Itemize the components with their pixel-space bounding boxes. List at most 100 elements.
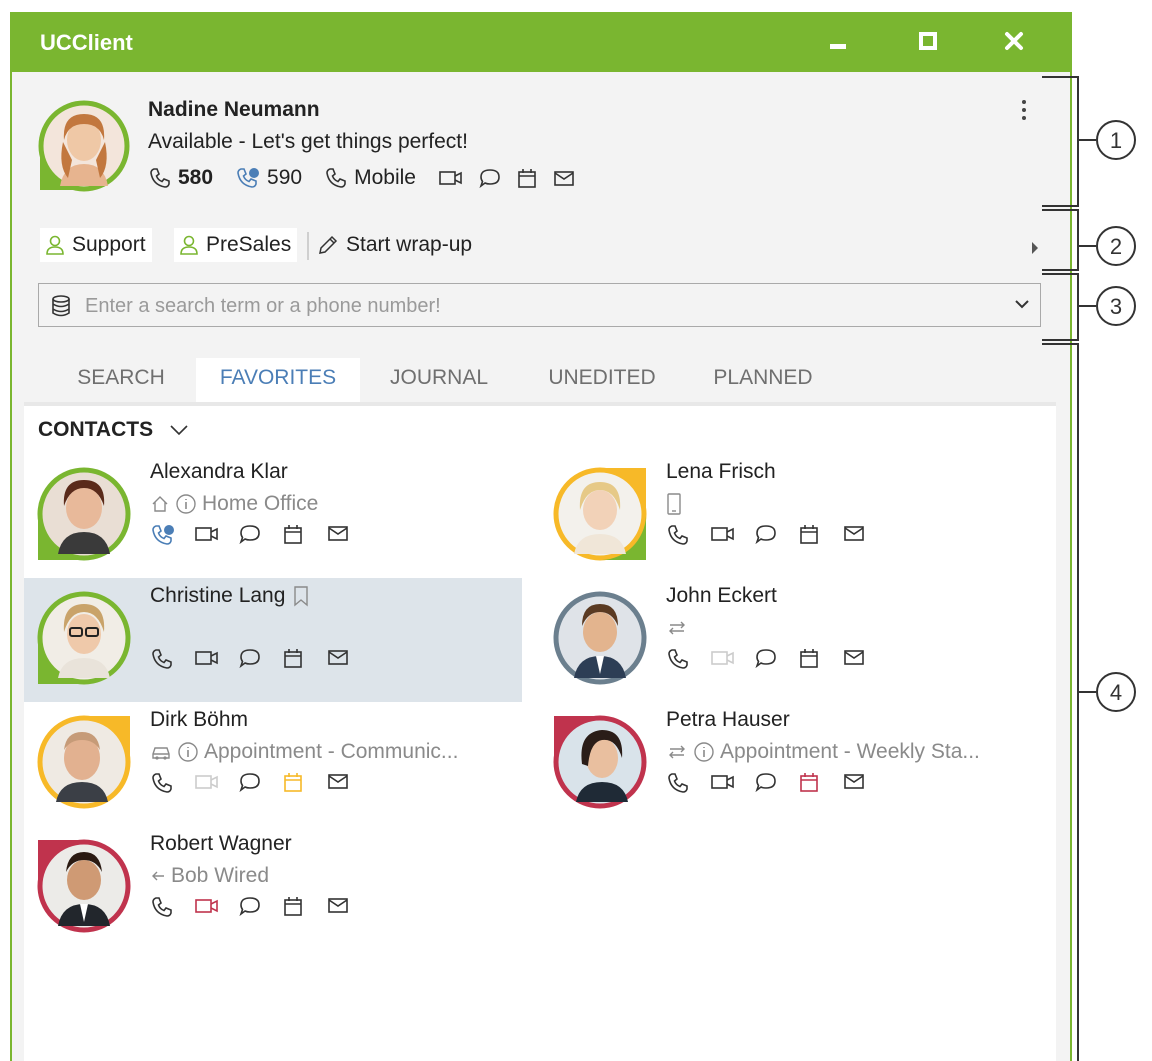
group-support-label: Support [72, 233, 146, 256]
group-presales-button[interactable]: PreSales [174, 228, 298, 262]
contact-status: Appointment - Weekly Sta... [666, 738, 980, 766]
chat-icon[interactable] [754, 523, 798, 551]
chat-icon[interactable] [238, 771, 282, 799]
calendar-icon[interactable] [282, 523, 326, 551]
minimize-button[interactable] [818, 22, 858, 62]
scroll-right-icon[interactable] [1030, 240, 1040, 261]
contact-card[interactable]: Lena Frisch [540, 454, 1038, 578]
video-icon[interactable] [438, 167, 464, 189]
close-button[interactable] [994, 22, 1034, 62]
contacts-category-toggle[interactable]: CONTACTS [38, 418, 189, 442]
info-icon [694, 742, 714, 762]
more-options-icon[interactable] [1014, 96, 1034, 126]
chat-icon[interactable] [754, 771, 798, 799]
profile-name: Nadine Neumann [148, 98, 320, 121]
contact-name: Robert Wagner [150, 832, 292, 855]
search-input[interactable] [83, 290, 987, 322]
contact-actions [666, 646, 886, 676]
tab-planned[interactable]: PLANNED [698, 358, 828, 402]
user-icon [180, 235, 198, 255]
uc-client-window: UCClient Nadine Neumann Available - Let'… [10, 12, 1072, 1061]
contact-card[interactable]: Dirk Böhm Appointment - Communic... [24, 702, 522, 826]
video-icon[interactable] [710, 771, 754, 799]
info-icon [178, 742, 198, 762]
chat-icon[interactable] [754, 647, 798, 675]
forward-arrow-icon [152, 871, 164, 881]
contact-card[interactable]: Christine Lang [24, 578, 522, 702]
contact-name: Alexandra Klar [150, 460, 288, 483]
avatar [36, 838, 132, 934]
calendar-icon[interactable] [282, 895, 326, 923]
phone-icon[interactable] [150, 771, 194, 799]
chat-icon[interactable] [238, 647, 282, 675]
calendar-icon[interactable] [282, 771, 326, 799]
database-icon[interactable] [49, 294, 73, 318]
offline-icon [669, 621, 685, 635]
calendar-icon[interactable] [798, 771, 842, 799]
profile-lines: 580 590 Mobile [148, 164, 582, 192]
contact-card[interactable]: Robert Wagner Bob Wired [24, 826, 522, 950]
phone-icon[interactable] [150, 647, 194, 675]
contact-status: Appointment - Communic... [150, 738, 458, 766]
avatar[interactable] [38, 100, 130, 192]
tab-journal[interactable]: JOURNAL [376, 358, 502, 402]
contact-card[interactable]: John Eckert [540, 578, 1038, 702]
callout-1: 1 [1110, 128, 1122, 153]
callout-4: 4 [1110, 680, 1122, 705]
line-2[interactable]: 590 [235, 166, 302, 190]
mail-icon[interactable] [326, 771, 370, 799]
contact-name: Dirk Böhm [150, 708, 249, 731]
phone-icon[interactable] [666, 523, 710, 551]
avatar [36, 466, 132, 562]
contact-card[interactable]: Petra Hauser Appointment - Weekly Sta... [540, 702, 1038, 826]
mail-icon[interactable] [326, 895, 370, 923]
mail-icon[interactable] [326, 523, 370, 551]
avatar [552, 466, 648, 562]
chat-icon[interactable] [238, 523, 282, 551]
line-1[interactable]: 580 [148, 166, 213, 190]
avatar [36, 590, 132, 686]
user-icon [46, 235, 64, 255]
video-icon[interactable] [194, 523, 238, 551]
calendar-icon[interactable] [282, 647, 326, 675]
chat-icon[interactable] [238, 895, 282, 923]
mail-icon[interactable] [842, 523, 886, 551]
phone-icon[interactable] [150, 895, 194, 923]
contact-card[interactable]: Alexandra Klar Home Office [24, 454, 522, 578]
chat-icon[interactable] [478, 167, 502, 189]
profile-status[interactable]: Available - Let's get things perfect! [148, 130, 468, 154]
wrap-up-label: Start wrap-up [346, 233, 473, 256]
phone-icon[interactable] [666, 771, 710, 799]
video-icon[interactable] [710, 523, 754, 551]
contact-actions [150, 894, 370, 924]
video-icon[interactable] [194, 895, 238, 923]
mail-icon[interactable] [326, 647, 370, 675]
mail-icon[interactable] [552, 168, 576, 188]
tab-favorites[interactable]: FAVORITES [196, 358, 360, 402]
video-icon[interactable] [710, 647, 754, 675]
mobile-line[interactable]: Mobile [324, 166, 416, 190]
calendar-icon[interactable] [798, 647, 842, 675]
phone-icon[interactable] [666, 647, 710, 675]
video-icon[interactable] [194, 771, 238, 799]
contact-status-text: Home Office [202, 492, 319, 515]
contact-actions [150, 770, 370, 800]
callout-2: 2 [1110, 234, 1122, 259]
contact-actions [666, 522, 886, 552]
tab-bar: SEARCH FAVORITES JOURNAL UNEDITED PLANNE… [24, 358, 1054, 402]
calendar-icon[interactable] [516, 167, 538, 189]
phone-presence-icon[interactable] [150, 523, 194, 551]
contact-status-text: Appointment - Weekly Sta... [720, 740, 980, 763]
avatar [552, 714, 648, 810]
mail-icon[interactable] [842, 771, 886, 799]
maximize-button[interactable] [908, 22, 948, 62]
tab-search[interactable]: SEARCH [58, 358, 184, 402]
mail-icon[interactable] [842, 647, 886, 675]
video-icon[interactable] [194, 647, 238, 675]
start-wrap-up-button[interactable]: Start wrap-up [316, 228, 472, 262]
tab-unedited[interactable]: UNEDITED [532, 358, 672, 402]
bookmark-icon[interactable] [293, 585, 309, 607]
chevron-down-icon[interactable] [1014, 298, 1030, 310]
group-support-button[interactable]: Support [40, 228, 152, 262]
calendar-icon[interactable] [798, 523, 842, 551]
